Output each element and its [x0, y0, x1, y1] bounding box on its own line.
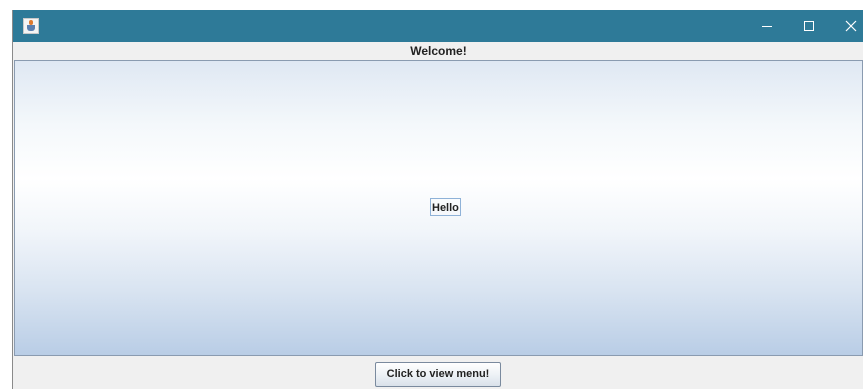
java-cup-icon[interactable]	[23, 18, 39, 34]
close-button[interactable]	[835, 10, 863, 42]
minimize-button[interactable]	[751, 10, 783, 42]
app-window: Welcome! Hello Click to view menu!	[12, 10, 863, 389]
java-cup-body	[27, 25, 35, 31]
hello-label: Hello	[430, 198, 461, 216]
maximize-icon	[804, 21, 814, 31]
minimize-icon	[762, 26, 772, 27]
maximize-button[interactable]	[793, 10, 825, 42]
view-menu-button[interactable]: Click to view menu!	[375, 362, 501, 387]
title-bar[interactable]	[13, 10, 863, 42]
welcome-heading: Welcome!	[410, 44, 467, 58]
close-icon	[845, 20, 857, 32]
